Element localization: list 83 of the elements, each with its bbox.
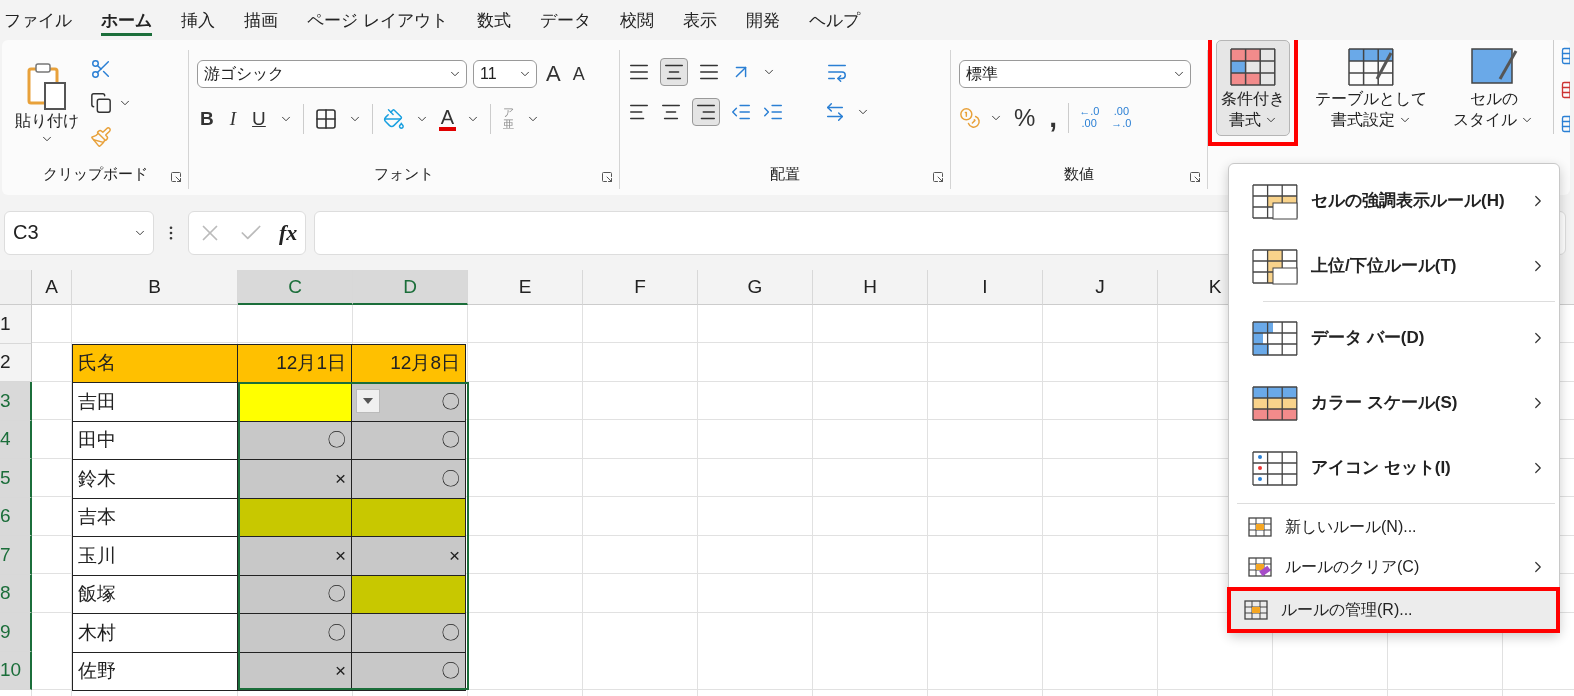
mark-cell: × — [351, 536, 466, 576]
ribbon-tab[interactable]: ファイル — [4, 4, 72, 36]
mark-cell: 〇 — [351, 651, 466, 691]
ribbon-tab[interactable]: 校閲 — [619, 4, 654, 36]
style-button[interactable]: 条件付き 書式 — [1216, 40, 1290, 136]
mark-cell: 〇 — [351, 613, 466, 653]
column-header[interactable]: F — [583, 270, 698, 305]
column-header[interactable]: H — [813, 270, 928, 305]
ribbon-tab[interactable]: データ — [539, 4, 591, 36]
menu-item[interactable]: アイコン セット(I) — [1229, 435, 1559, 500]
row-header[interactable]: 9 — [0, 613, 32, 652]
bold-button[interactable]: B — [197, 108, 217, 130]
row-header[interactable]: 4 — [0, 420, 32, 459]
percent-button[interactable]: % — [1011, 104, 1039, 132]
column-header[interactable]: G — [698, 270, 813, 305]
menu-item[interactable]: ルールの管理(R)... — [1231, 591, 1556, 629]
mark-cell: 〇 — [237, 613, 352, 653]
group-label: フォント — [373, 165, 435, 184]
menu-item[interactable]: セルの強調表示ルール(H) — [1229, 168, 1559, 233]
mark-cell: × — [237, 536, 352, 576]
column-header[interactable]: J — [1043, 270, 1158, 305]
mark-cell: 〇 — [351, 459, 466, 499]
name-cell: 吉田 — [72, 382, 238, 422]
font-name-field[interactable]: 游ゴシック — [197, 60, 467, 88]
row-header[interactable]: 1 — [0, 305, 32, 344]
shrink-font-button[interactable]: A — [569, 63, 588, 85]
grow-font-button[interactable]: A — [543, 61, 564, 87]
column-header[interactable]: C — [238, 270, 353, 305]
comma-button[interactable]: , — [1046, 102, 1061, 134]
ribbon-tab[interactable]: 数式 — [476, 4, 511, 36]
name-box[interactable]: C3 — [4, 210, 154, 255]
row-header[interactable]: 6 — [0, 497, 32, 536]
row-header[interactable]: 8 — [0, 574, 32, 613]
row-header[interactable]: 10 — [0, 651, 32, 690]
mark-cell: × — [237, 459, 352, 499]
name-cell: 飯塚 — [72, 574, 238, 614]
header-cell: 12月8日 — [351, 343, 466, 383]
column-header[interactable]: D — [353, 270, 468, 305]
mark-cell: 〇 — [237, 420, 352, 460]
menu-item[interactable]: データ バー(D) — [1229, 305, 1559, 370]
style-button[interactable]: テーブルとして 書式設定 — [1310, 40, 1432, 136]
number-format-field[interactable]: 標準 — [959, 60, 1191, 88]
column-header[interactable]: I — [928, 270, 1043, 305]
ribbon-tab[interactable]: 挿入 — [181, 4, 215, 36]
paste-button[interactable]: 貼り付け — [10, 56, 84, 151]
mark-cell: 〇 — [351, 420, 466, 460]
name-cell: 玉川 — [72, 536, 238, 576]
ribbon-tab[interactable]: 描画 — [244, 4, 278, 36]
menu-item[interactable]: ルールのクリア(C) — [1229, 547, 1559, 587]
group-label: 配置 — [769, 165, 801, 184]
row-header[interactable]: 5 — [0, 459, 32, 498]
menu-item[interactable]: 新しいルール(N)... — [1229, 507, 1559, 547]
style-button[interactable]: セルの スタイル — [1448, 40, 1539, 136]
name-cell: 佐野 — [72, 651, 238, 691]
mark-cell: 〇 — [351, 382, 466, 422]
column-header[interactable]: B — [72, 270, 238, 305]
column-header[interactable]: A — [32, 270, 72, 305]
font-size-field[interactable]: 11 — [473, 60, 537, 88]
group-label: クリップボード — [41, 165, 149, 184]
ribbon-tab[interactable]: 表示 — [682, 4, 717, 36]
italic-button[interactable]: I — [226, 108, 240, 130]
row-header[interactable]: 2 — [0, 343, 32, 382]
row-header[interactable]: 3 — [0, 382, 32, 421]
name-cell: 吉本 — [72, 497, 238, 537]
header-cell: 12月1日 — [237, 343, 352, 383]
font-color-button[interactable]: A — [438, 107, 457, 131]
header-cell: 氏名 — [72, 343, 238, 383]
name-cell: 鈴木 — [72, 459, 238, 499]
insert-function-button[interactable]: fx — [279, 219, 298, 246]
group-label: 数値 — [1063, 165, 1095, 184]
underline-button[interactable]: U — [249, 108, 269, 130]
column-header[interactable]: E — [468, 270, 583, 305]
decrease-decimal-button[interactable]: .00 →.0 — [1109, 106, 1134, 130]
phonetic-button[interactable]: ア 亜 — [501, 107, 517, 131]
row-header[interactable]: 7 — [0, 536, 32, 575]
ribbon-tab[interactable]: ページ レイアウト — [307, 4, 448, 36]
mark-cell: 〇 — [237, 574, 352, 614]
ribbon-tab[interactable]: ホーム — [101, 4, 152, 36]
name-cell: 田中 — [72, 420, 238, 460]
menu-item[interactable]: カラー スケール(S) — [1229, 370, 1559, 435]
ribbon-tab[interactable]: ヘルプ — [808, 4, 860, 36]
increase-decimal-button[interactable]: ←.0 .00 — [1077, 106, 1102, 130]
ribbon-tab[interactable]: 開発 — [745, 4, 780, 36]
